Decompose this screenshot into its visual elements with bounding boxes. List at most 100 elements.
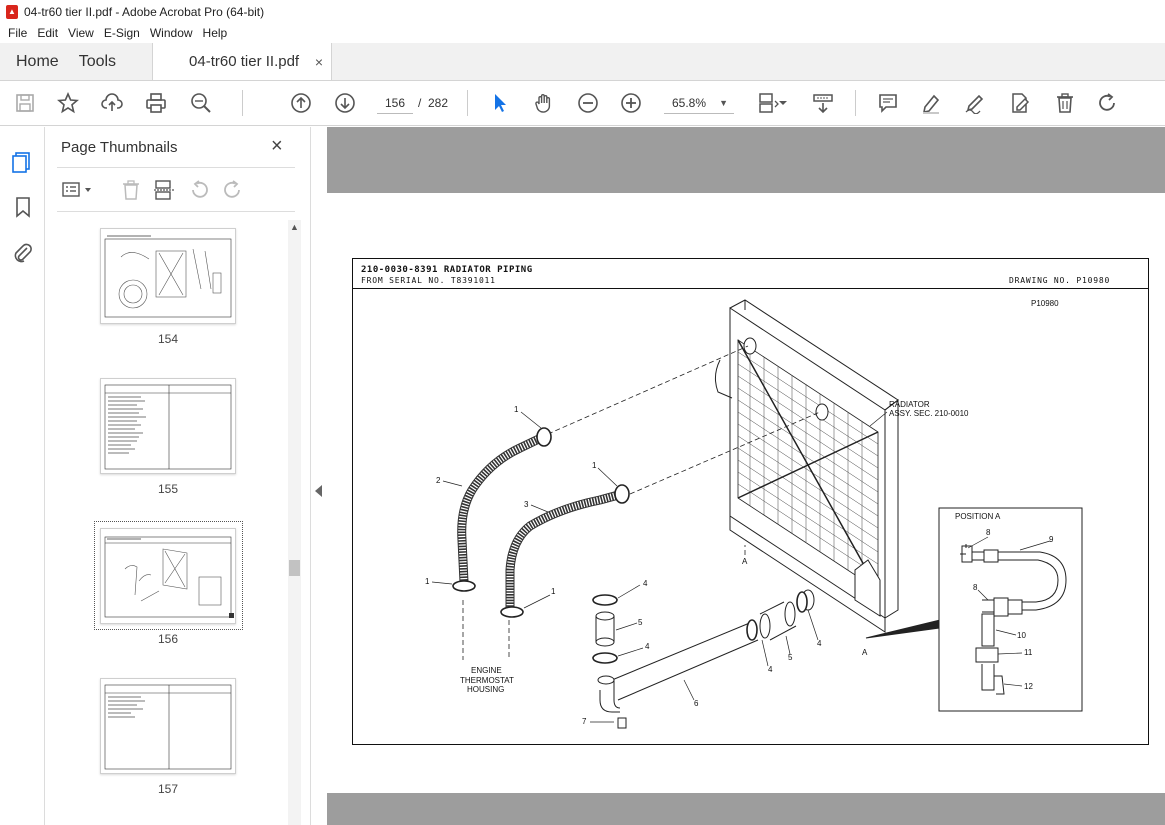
- callout-10: 10: [1017, 631, 1026, 640]
- zoom-out-icon[interactable]: [577, 92, 599, 114]
- page-number-input[interactable]: 156: [377, 92, 413, 114]
- tab-tools[interactable]: Tools: [75, 43, 132, 80]
- menu-window[interactable]: Window: [146, 26, 197, 40]
- save-icon[interactable]: [14, 92, 36, 114]
- callout-8: 8: [986, 528, 991, 537]
- callout-4: 4: [645, 642, 650, 651]
- radiator-assy-label: ASSY. SEC. 210-0010: [889, 409, 969, 418]
- callout-9: 9: [1049, 535, 1054, 544]
- menu-bar: File Edit View E-Sign Window Help: [0, 23, 1165, 43]
- menu-file[interactable]: File: [4, 26, 31, 40]
- acrobat-pdf-icon: ▲: [6, 4, 18, 19]
- hand-tool-icon[interactable]: [533, 92, 555, 114]
- callout-1: 1: [425, 577, 430, 586]
- thumbnail-label: 154: [157, 332, 179, 346]
- thumbnail-label: 157: [157, 782, 179, 796]
- section-marker-a: A: [862, 648, 868, 657]
- radiator-label: RADIATOR: [889, 400, 930, 409]
- callout-4: 4: [643, 579, 648, 588]
- callout-12: 12: [1024, 682, 1033, 691]
- callout-5: 5: [638, 618, 643, 627]
- toolbar-divider: [467, 90, 468, 116]
- section-marker-a: A: [742, 557, 748, 566]
- thumbnail-label: 155: [157, 482, 179, 496]
- menu-help[interactable]: Help: [199, 26, 232, 40]
- panel-splitter[interactable]: [310, 127, 327, 825]
- drawing-serial: FROM SERIAL NO. T8391011: [361, 276, 496, 285]
- scroll-up-arrow[interactable]: ▲: [290, 222, 299, 232]
- page-thumbnail-155[interactable]: [100, 378, 236, 474]
- callout-8: 8: [973, 583, 978, 592]
- callout-4: 4: [768, 665, 773, 674]
- highlight-pen-icon[interactable]: [920, 92, 942, 114]
- drawing-title: 210-0030-8391 RADIATOR PIPING: [361, 265, 533, 275]
- upload-cloud-icon[interactable]: [101, 92, 123, 114]
- callout-2: 2: [436, 476, 441, 485]
- callout-3: 3: [524, 500, 529, 509]
- chevron-down-icon: ▼: [719, 98, 728, 108]
- zoom-level-select[interactable]: 65.8% ▼: [664, 92, 734, 114]
- page-thumbnails-icon[interactable]: [11, 149, 35, 173]
- tab-bar: Home Tools 04-tr60 tier II.pdf ×: [0, 43, 1165, 81]
- next-page-icon[interactable]: [334, 92, 356, 114]
- window-title: 04-tr60 tier II.pdf - Adobe Acrobat Pro …: [24, 4, 265, 19]
- left-navigation-rail: [0, 127, 45, 825]
- panel-divider: [57, 167, 295, 168]
- toolbar-divider: [242, 90, 243, 116]
- comment-icon[interactable]: [877, 92, 899, 114]
- drawing-ref-code: P10980: [1031, 299, 1059, 308]
- zoom-level-value: 65.8%: [672, 96, 707, 110]
- tab-document-label: 04-tr60 tier II.pdf: [189, 53, 300, 70]
- attachments-paperclip-icon[interactable]: [11, 241, 35, 265]
- thumbnails-scrollbar[interactable]: ▲: [288, 220, 301, 825]
- tab-home[interactable]: Home: [0, 43, 75, 80]
- tab-close-button[interactable]: ×: [315, 54, 323, 70]
- menu-edit[interactable]: Edit: [33, 26, 62, 40]
- toolbar-divider: [855, 90, 856, 116]
- position-a-label: POSITION A: [955, 512, 1001, 521]
- bookmark-star-icon[interactable]: [57, 92, 79, 114]
- delete-trash-icon[interactable]: [1054, 92, 1076, 114]
- callout-4: 4: [817, 639, 822, 648]
- title-bar: ▲ 04-tr60 tier II.pdf - Adobe Acrobat Pr…: [0, 0, 1165, 23]
- housing-label: HOUSING: [467, 685, 505, 694]
- drawing-number: DRAWING NO. P10980: [1009, 276, 1111, 285]
- collapse-panel-arrow[interactable]: [315, 485, 322, 497]
- bookmarks-icon[interactable]: [11, 195, 35, 219]
- tab-document[interactable]: 04-tr60 tier II.pdf ×: [152, 43, 333, 80]
- sign-pen-icon[interactable]: [964, 92, 986, 114]
- scroll-mode-icon[interactable]: [812, 92, 834, 114]
- engine-label: ENGINE: [471, 666, 502, 675]
- thumbnail-options-icon[interactable]: [61, 179, 95, 201]
- thermostat-label: THERMOSTAT: [460, 676, 514, 685]
- insert-pages-icon[interactable]: [153, 179, 175, 201]
- callout-7: 7: [582, 717, 587, 726]
- scrollbar-thumb[interactable]: [289, 560, 300, 576]
- print-icon[interactable]: [145, 92, 167, 114]
- edit-document-icon[interactable]: [1009, 92, 1031, 114]
- callout-11: 11: [1024, 648, 1033, 657]
- menu-esign[interactable]: E-Sign: [100, 26, 144, 40]
- callout-5: 5: [788, 653, 793, 662]
- page-separator: /: [418, 96, 422, 110]
- callout-1: 1: [514, 405, 519, 414]
- menu-view[interactable]: View: [64, 26, 98, 40]
- delete-pages-icon[interactable]: [120, 179, 142, 201]
- panel-close-button[interactable]: ×: [271, 135, 283, 158]
- zoom-search-icon[interactable]: [190, 92, 212, 114]
- callout-6: 6: [694, 699, 699, 708]
- rotate-counterclockwise-icon[interactable]: [188, 179, 210, 201]
- page-total: 282: [428, 96, 449, 110]
- page-thumbnail-156[interactable]: [100, 528, 236, 624]
- callout-1: 1: [551, 587, 556, 596]
- zoom-in-icon[interactable]: [620, 92, 642, 114]
- redo-rotate-icon[interactable]: [1097, 92, 1119, 114]
- page-thumbnail-157[interactable]: [100, 678, 236, 774]
- page-thumbnail-154[interactable]: [100, 228, 236, 324]
- chevron-down-icon[interactable]: [776, 92, 790, 114]
- panel-title: Page Thumbnails: [61, 139, 178, 156]
- rotate-clockwise-icon[interactable]: [222, 179, 244, 201]
- previous-page-icon[interactable]: [290, 92, 312, 114]
- select-cursor-icon[interactable]: [489, 92, 511, 114]
- thumbnail-label: 156: [157, 632, 179, 646]
